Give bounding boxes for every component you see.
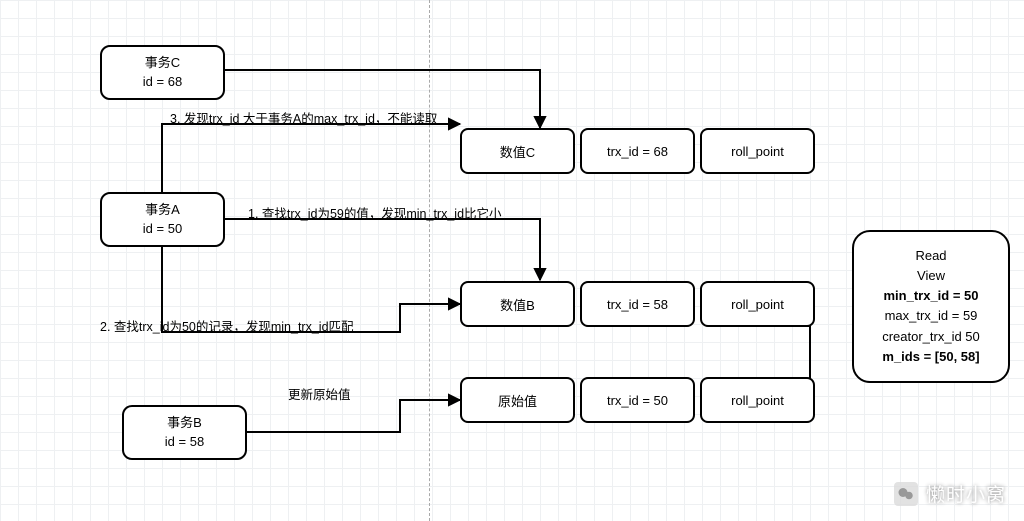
- row-b-trxid: trx_id = 58: [580, 281, 695, 327]
- transaction-a-name: 事务A: [145, 201, 180, 219]
- row-b-rollpoint-text: roll_point: [731, 297, 784, 312]
- row-orig-rollpoint-text: roll_point: [731, 393, 784, 408]
- transaction-a-box: 事务A id = 50: [100, 192, 225, 247]
- read-view-min: min_trx_id = 50: [870, 286, 992, 306]
- row-orig-trxid: trx_id = 50: [580, 377, 695, 423]
- row-orig-trxid-text: trx_id = 50: [607, 393, 668, 408]
- read-view-max: max_trx_id = 59: [870, 306, 992, 326]
- transaction-c-name: 事务C: [145, 54, 180, 72]
- row-orig-value: 原始值: [460, 377, 575, 423]
- row-c-rollpoint: roll_point: [700, 128, 815, 174]
- row-c-rollpoint-text: roll_point: [731, 144, 784, 159]
- row-c-value-text: 数值C: [500, 142, 535, 161]
- watermark-text: 懒时小窝: [926, 480, 1006, 507]
- row-c-trxid-text: trx_id = 68: [607, 144, 668, 159]
- label-step3: 3. 发现trx_id 大于事务A的max_trx_id，不能读取: [170, 108, 437, 127]
- transaction-c-box: 事务C id = 68: [100, 45, 225, 100]
- label-update: 更新原始值: [288, 384, 351, 403]
- row-orig-value-text: 原始值: [498, 391, 537, 410]
- transaction-a-id: id = 50: [143, 220, 182, 238]
- transaction-b-id: id = 58: [165, 433, 204, 451]
- read-view-mids: m_ids = [50, 58]: [870, 347, 992, 367]
- row-b-rollpoint: roll_point: [700, 281, 815, 327]
- row-orig-rollpoint: roll_point: [700, 377, 815, 423]
- read-view-title2: View: [870, 266, 992, 286]
- watermark: 懒时小窝: [894, 480, 1006, 507]
- wechat-icon: [894, 482, 918, 506]
- row-b-value-text: 数值B: [500, 295, 535, 314]
- row-b-trxid-text: trx_id = 58: [607, 297, 668, 312]
- read-view-box: Read View min_trx_id = 50 max_trx_id = 5…: [852, 230, 1010, 383]
- transaction-c-id: id = 68: [143, 73, 182, 91]
- read-view-title1: Read: [870, 246, 992, 266]
- label-step1: 1. 查找trx_id为59的值，发现min_trx_id比它小: [248, 203, 502, 222]
- transaction-b-name: 事务B: [167, 414, 202, 432]
- transaction-b-box: 事务B id = 58: [122, 405, 247, 460]
- row-b-value: 数值B: [460, 281, 575, 327]
- row-c-value: 数值C: [460, 128, 575, 174]
- row-c-trxid: trx_id = 68: [580, 128, 695, 174]
- read-view-creator: creator_trx_id 50: [870, 327, 992, 347]
- label-step2: 2. 查找trx_id为50的记录，发现min_trx_id匹配: [100, 316, 354, 335]
- section-divider: [429, 0, 430, 521]
